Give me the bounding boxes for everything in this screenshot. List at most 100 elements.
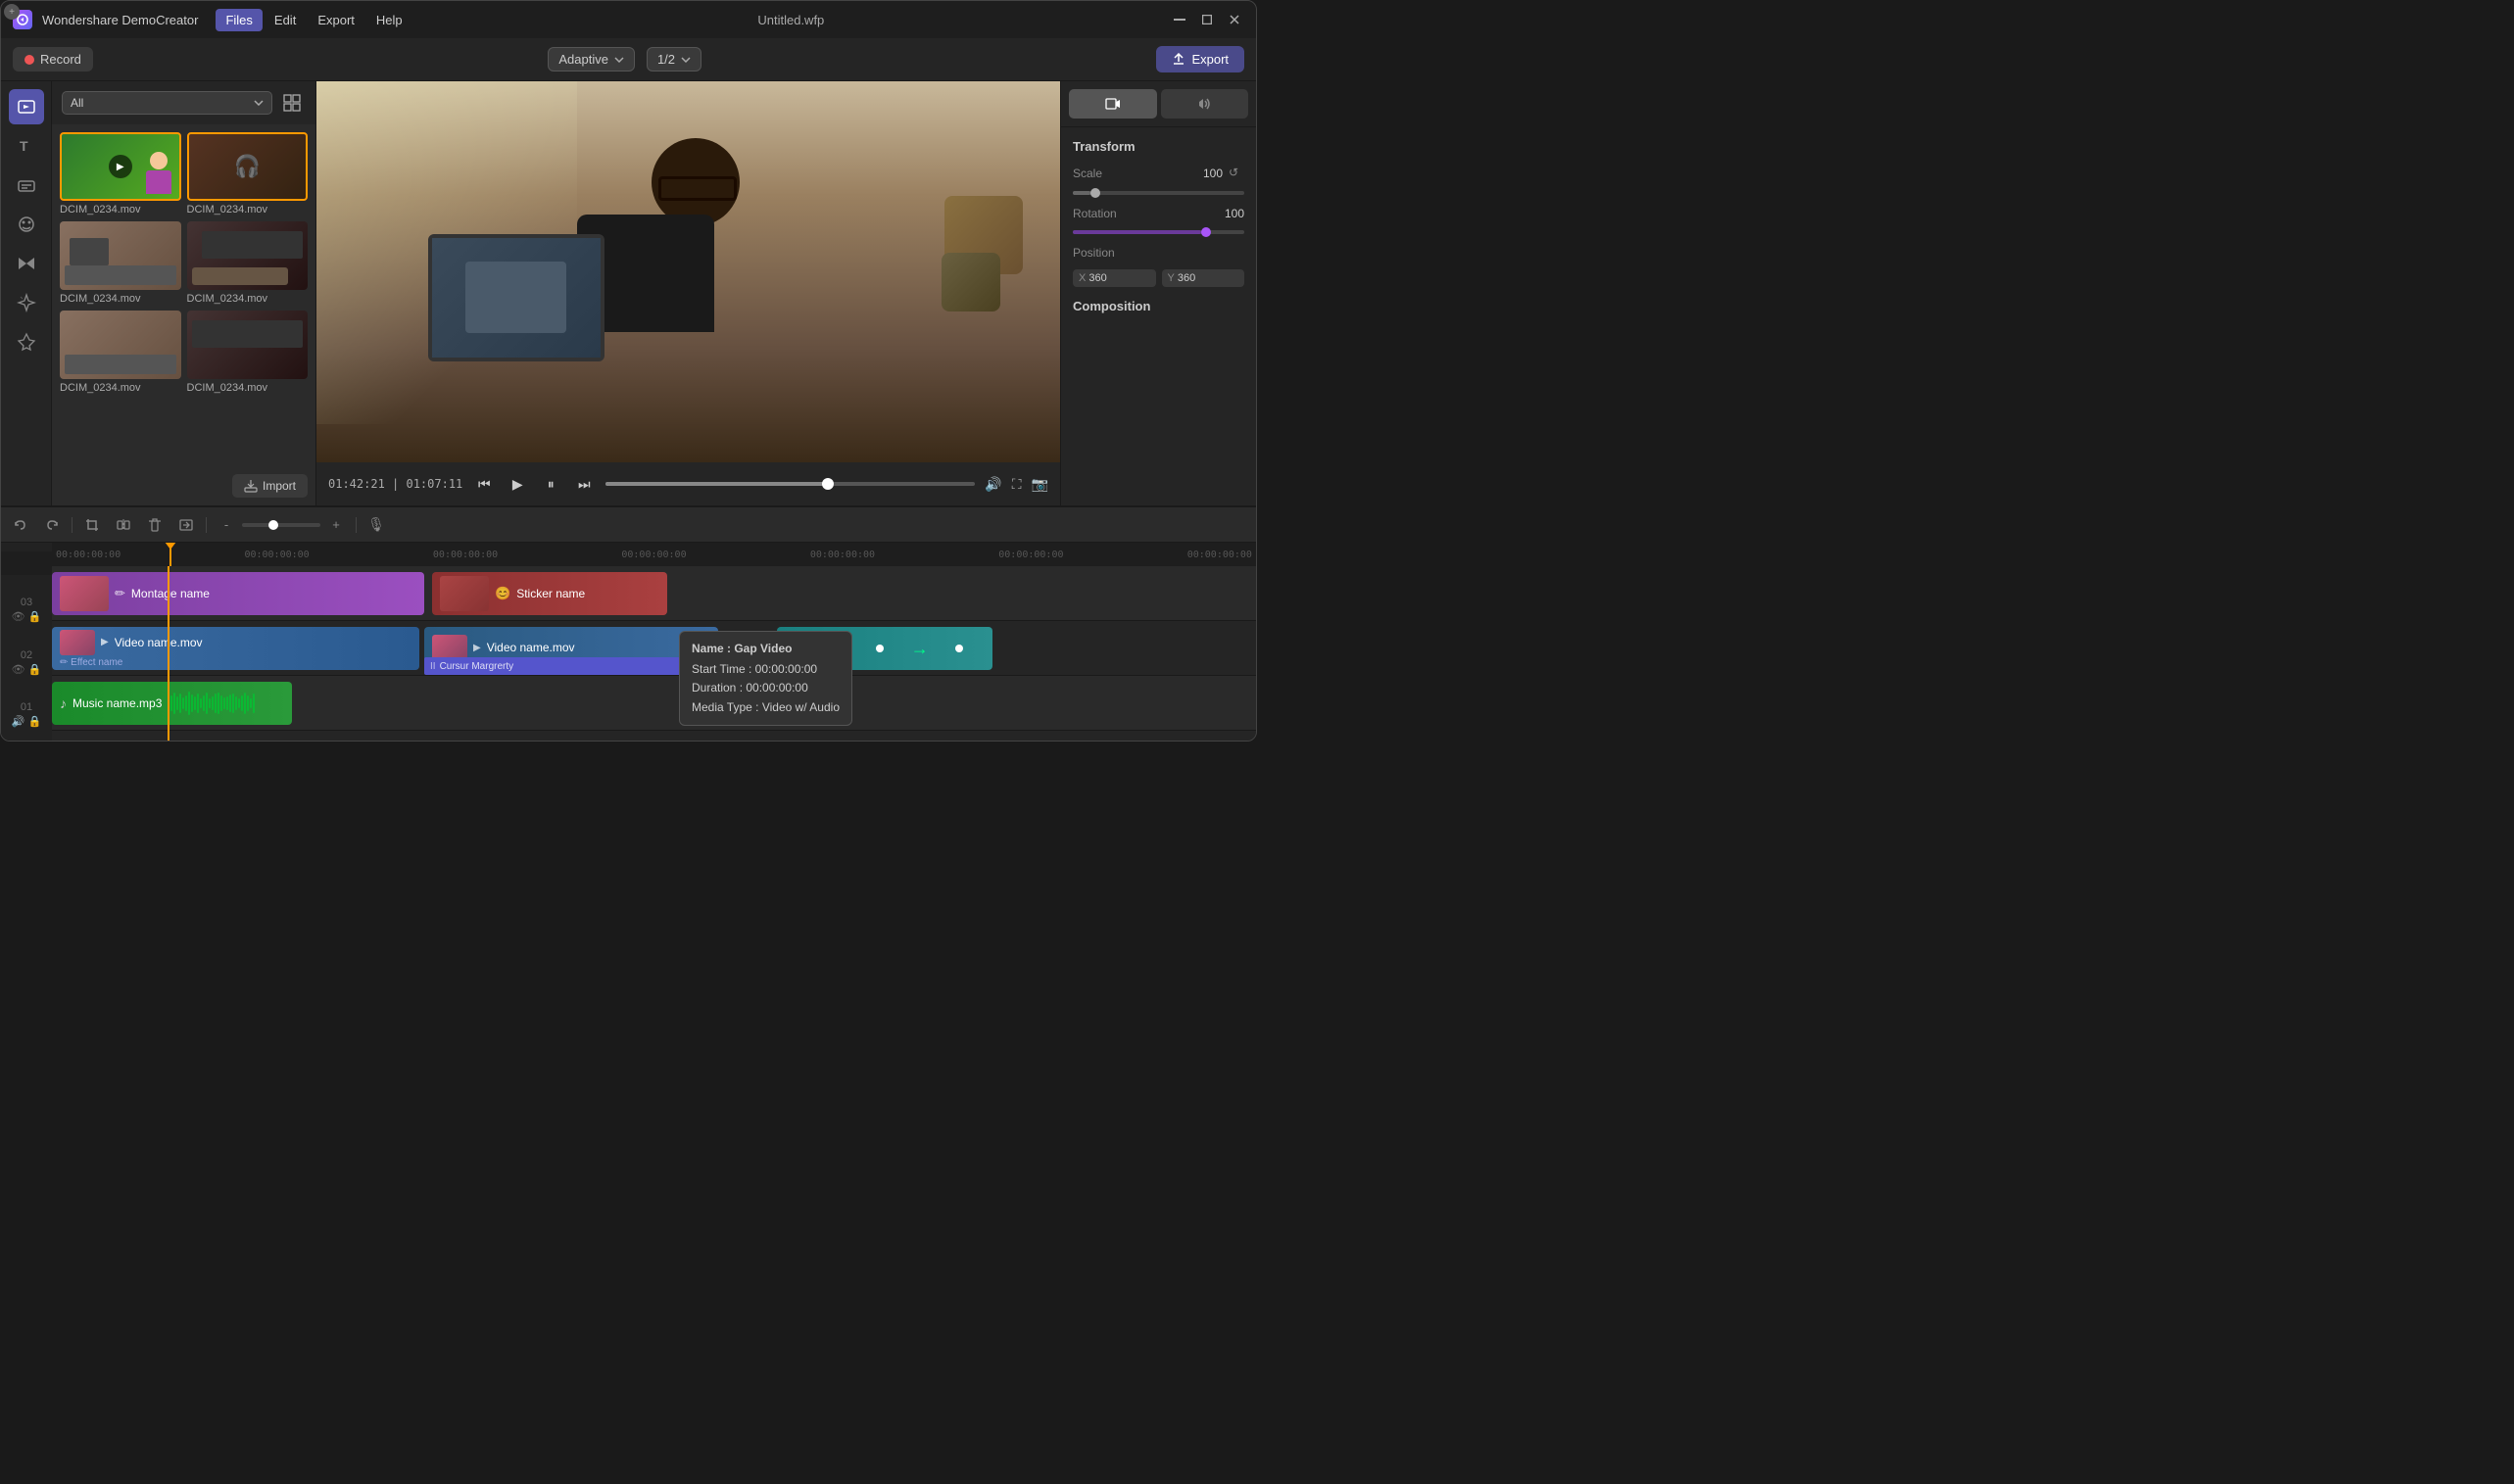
track-03-label: 03 👁 🔒 xyxy=(1,593,52,627)
rotation-slider[interactable] xyxy=(1073,230,1244,234)
wbar xyxy=(194,696,196,709)
scale-reset-button[interactable]: ↺ xyxy=(1229,166,1244,181)
sidebar-transition-icon[interactable] xyxy=(9,246,44,281)
media-item[interactable]: DCIM_0234.mov xyxy=(187,221,309,305)
scale-label: 1/2 xyxy=(657,52,675,67)
media-thumb-2: 🎧 xyxy=(187,132,309,201)
position-label: Position xyxy=(1073,246,1127,260)
media-item-name: DCIM_0234.mov xyxy=(60,382,181,394)
pos-x-field[interactable]: X 360 xyxy=(1073,269,1156,287)
playback-progress[interactable] xyxy=(605,482,975,486)
redo-button[interactable] xyxy=(40,513,64,537)
menu-export[interactable]: Export xyxy=(308,9,364,31)
track-icons: 👁 🔒 xyxy=(12,610,42,623)
screenshot-button[interactable]: 📷 xyxy=(1032,476,1048,493)
sidebar-media-icon[interactable] xyxy=(9,89,44,124)
track-num: 03 xyxy=(21,597,32,608)
scale-dropdown[interactable]: 1/2 xyxy=(647,47,701,72)
filter-label: All xyxy=(71,96,83,110)
track-eye-icon[interactable]: 👁 xyxy=(12,663,25,676)
tab-audio[interactable] xyxy=(1161,89,1249,119)
app-name: Wondershare DemoCreator xyxy=(42,13,198,27)
export-button[interactable]: Export xyxy=(1156,46,1244,72)
zoom-out-button[interactable]: - xyxy=(215,513,238,537)
separator xyxy=(72,517,73,533)
undo-button[interactable] xyxy=(9,513,32,537)
skip-back-button[interactable]: ⏮ xyxy=(472,472,496,496)
preview-area: › 01:42:21 | 01:07:11 ⏮ ▶ ⏸ ⏭ 🔊 ⛶ 📷 xyxy=(316,81,1060,505)
media-thumb-5 xyxy=(60,311,181,379)
window-controls xyxy=(1170,10,1244,29)
playhead-triangle xyxy=(165,543,176,550)
zoom-thumb[interactable] xyxy=(268,520,278,530)
sidebar-sticker-icon[interactable] xyxy=(9,207,44,242)
fullscreen-button[interactable]: ⛶ xyxy=(1012,476,1022,493)
zoom-in-button[interactable]: + xyxy=(324,513,348,537)
pos-x-value: 360 xyxy=(1088,272,1106,284)
ruler-mark: 00:00:00:00 xyxy=(244,550,309,560)
menu-edit[interactable]: Edit xyxy=(265,9,306,31)
menu-files[interactable]: Files xyxy=(216,9,262,31)
wbar xyxy=(229,694,231,712)
import-button[interactable]: Import xyxy=(232,474,308,498)
close-button[interactable] xyxy=(1225,10,1244,29)
wbar xyxy=(218,693,219,715)
media-item[interactable]: ▶ DCIM_0234.mov xyxy=(60,132,181,215)
scale-slider[interactable] xyxy=(1073,191,1244,195)
volume-button[interactable]: 🔊 xyxy=(985,476,1001,493)
wbar xyxy=(188,692,190,715)
progress-thumb[interactable] xyxy=(822,478,834,490)
track-lock-icon[interactable]: 🔒 xyxy=(28,715,42,728)
sticker-clip[interactable]: 😊 Sticker name xyxy=(432,572,667,615)
adaptive-dropdown[interactable]: Adaptive xyxy=(548,47,635,72)
minimize-button[interactable] xyxy=(1170,10,1189,29)
video-clip-2-label: Video name.mov xyxy=(487,641,575,654)
left-sidebar: T xyxy=(1,81,52,505)
media-filter-dropdown[interactable]: All xyxy=(62,91,272,115)
timeline-playhead[interactable] xyxy=(169,543,171,566)
tracks-container: ✏ Montage name 😊 Sticker name xyxy=(52,566,1256,741)
pause-button[interactable]: ⏸ xyxy=(539,472,562,496)
grid-toggle-button[interactable] xyxy=(278,89,306,117)
right-panel-tabs xyxy=(1061,81,1256,127)
sidebar-caption-icon[interactable] xyxy=(9,168,44,203)
media-item[interactable]: 🎧 DCIM_0234.mov xyxy=(187,132,309,215)
title-bar: Wondershare DemoCreator Files Edit Expor… xyxy=(1,1,1256,38)
position-row: Position xyxy=(1073,246,1244,260)
track-lock-icon[interactable]: 🔒 xyxy=(28,610,42,623)
maximize-button[interactable] xyxy=(1197,10,1217,29)
mic-button[interactable]: 🎙 xyxy=(364,513,388,537)
montage-clip[interactable]: ✏ Montage name xyxy=(52,572,424,615)
scale-row: Scale 100 ↺ xyxy=(1073,166,1244,181)
play-button[interactable]: ▶ xyxy=(506,472,529,496)
media-item[interactable]: DCIM_0234.mov xyxy=(60,311,181,394)
track-01: ♪ Music name.mp3 xyxy=(52,676,1256,731)
sidebar-pin-icon[interactable] xyxy=(9,324,44,359)
track-eye-icon[interactable]: 👁 xyxy=(12,610,25,623)
cursor-clip[interactable]: II Cursur Margrerty II xyxy=(424,657,718,675)
menu-help[interactable]: Help xyxy=(366,9,412,31)
track-lock-icon[interactable]: 🔒 xyxy=(28,663,42,676)
wbar xyxy=(182,697,184,709)
track-sound-icon[interactable]: 🔊 xyxy=(12,715,25,728)
music-clip-label: Music name.mp3 xyxy=(73,696,162,710)
delete-button[interactable] xyxy=(143,513,167,537)
video-clip-1-label: Video name.mov xyxy=(115,636,203,649)
skip-forward-button[interactable]: ⏭ xyxy=(572,472,596,496)
media-item[interactable]: DCIM_0234.mov xyxy=(187,311,309,394)
media-item[interactable]: DCIM_0234.mov xyxy=(60,221,181,305)
sidebar-text-icon[interactable]: T xyxy=(9,128,44,164)
crop-button[interactable] xyxy=(80,513,104,537)
ruler-mark: 00:00:00:00 xyxy=(810,550,875,560)
tab-video[interactable] xyxy=(1069,89,1157,119)
music-clip[interactable]: ♪ Music name.mp3 xyxy=(52,682,292,725)
video-clip-1[interactable]: ▶ Video name.mov ✏ Effect name xyxy=(52,627,419,670)
sticker-clip-label: Sticker name xyxy=(516,587,585,600)
split-button[interactable] xyxy=(112,513,135,537)
pos-y-field[interactable]: Y 360 xyxy=(1162,269,1245,287)
gap-tooltip: Name : Gap Video Start Time : 00:00:00:0… xyxy=(679,631,852,726)
record-button[interactable]: Record xyxy=(13,47,93,72)
zoom-slider[interactable] xyxy=(242,523,320,527)
replace-button[interactable] xyxy=(174,513,198,537)
sidebar-effects-icon[interactable] xyxy=(9,285,44,320)
